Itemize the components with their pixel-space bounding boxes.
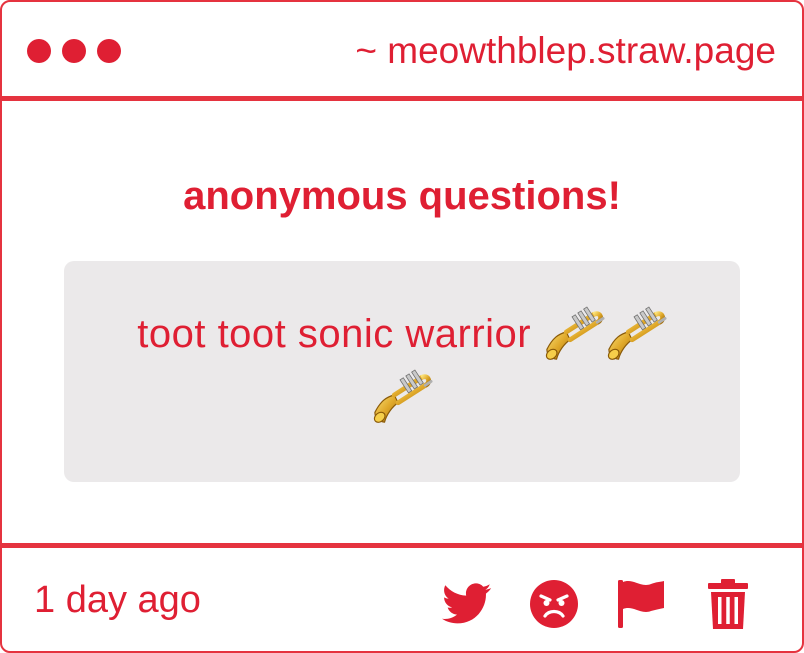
twitter-icon xyxy=(442,583,492,624)
window-dots xyxy=(27,39,121,63)
window-dot-icon xyxy=(62,39,86,63)
window-header: ~ meowthblep.straw.page xyxy=(2,2,802,101)
question-text: toot toot sonic warrior xyxy=(137,312,532,356)
site-url-link[interactable]: ~ meowthblep.straw.page xyxy=(355,30,776,72)
question-box: toot toot sonic warrior xyxy=(64,261,740,482)
report-button[interactable] xyxy=(615,578,667,630)
main-content: anonymous questions! toot toot sonic war… xyxy=(2,101,802,543)
trash-icon xyxy=(708,579,748,629)
card-footer: 1 day ago xyxy=(2,543,802,651)
action-bar xyxy=(441,578,754,630)
question-text-block: toot toot sonic warrior xyxy=(104,301,700,427)
block-button[interactable] xyxy=(528,578,580,630)
ask-card: ~ meowthblep.straw.page anonymous questi… xyxy=(0,0,804,653)
trumpet-icon xyxy=(371,364,433,426)
trumpet-icon xyxy=(543,301,605,363)
trumpet-icon xyxy=(605,301,667,363)
page-title: anonymous questions! xyxy=(183,174,621,218)
window-dot-icon xyxy=(27,39,51,63)
angry-face-icon xyxy=(530,580,578,628)
delete-button[interactable] xyxy=(702,578,754,630)
flag-icon xyxy=(618,580,664,628)
timestamp: 1 day ago xyxy=(34,579,201,621)
window-dot-icon xyxy=(97,39,121,63)
share-twitter-button[interactable] xyxy=(441,578,493,630)
